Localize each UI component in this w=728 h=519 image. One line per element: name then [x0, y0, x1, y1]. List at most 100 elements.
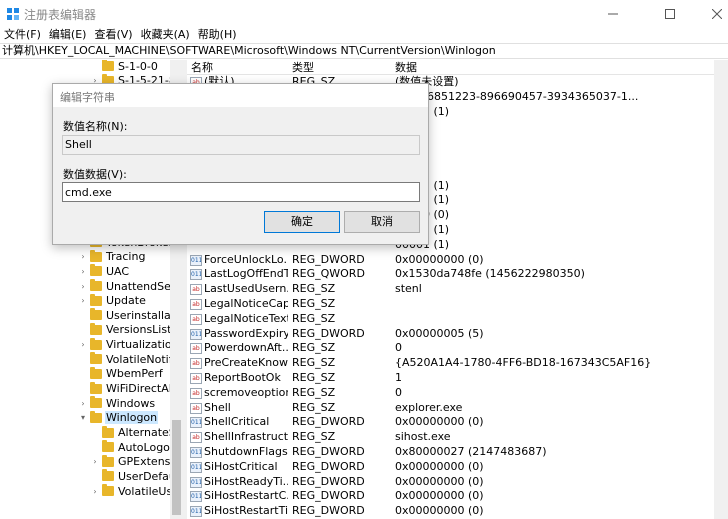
chevron-right-icon[interactable]: ›	[78, 264, 88, 278]
tree-item[interactable]: ▾ Winlogon	[78, 410, 159, 426]
dialog-title: 编辑字符串	[60, 91, 115, 104]
chevron-right-icon[interactable]	[90, 60, 100, 73]
tree-item[interactable]: UserDefau	[90, 469, 177, 484]
binary-value-icon: 011	[190, 328, 202, 340]
column-data-header[interactable]: 数据	[395, 60, 417, 75]
value-row[interactable]: abLegalNoticeCap... REG_SZ	[187, 297, 714, 312]
value-type: REG_QWORD	[292, 267, 365, 281]
binary-value-icon: 011	[190, 491, 202, 503]
tree-item[interactable]: Userinstallab	[78, 308, 179, 323]
value-row[interactable]: ab PowerdownAft... REG_SZ 0	[187, 341, 714, 356]
value-type: REG_SZ	[292, 385, 336, 399]
chevron-right-icon[interactable]: ›	[78, 338, 88, 352]
value-data: 0x80000027 (2147483687)	[395, 445, 547, 458]
binary-value-icon: 011	[190, 254, 202, 266]
ok-button[interactable]: 确定	[264, 211, 340, 233]
value-row[interactable]: ab ReportBootOk REG_SZ 1	[187, 371, 714, 386]
chevron-right-icon[interactable]: ›	[90, 484, 100, 498]
chevron-right-icon[interactable]: ›	[78, 294, 88, 308]
value-data-input[interactable]	[62, 182, 420, 202]
tree-item[interactable]: WiFiDirectAP	[78, 381, 176, 396]
column-name-header[interactable]: 名称	[191, 60, 213, 75]
value-name: PasswordExpiry...	[204, 326, 288, 340]
menu-help[interactable]: 帮助(H)	[194, 27, 241, 43]
maximize-button[interactable]	[647, 0, 693, 27]
value-row[interactable]: abShellInfrastruct... REG_SZ sihost.exe	[187, 430, 714, 445]
value-row[interactable]: 011 ShellCritical REG_DWORD 0x00000000 (0)	[187, 415, 714, 430]
tree-scrollbar-thumb[interactable]	[172, 420, 181, 515]
cancel-button[interactable]: 取消	[344, 211, 420, 233]
value-row[interactable]: 011 ForceUnlockLo... REG_DWORD 0x00000000 (…	[187, 253, 714, 268]
chevron-right-icon[interactable]	[78, 382, 88, 396]
list-scrollbar[interactable]	[714, 60, 728, 519]
tree-item[interactable]: AutoLogo	[90, 440, 171, 455]
tree-item[interactable]: VolatileNotifi	[78, 352, 177, 367]
chevron-down-icon[interactable]: ▾	[78, 411, 88, 425]
tree-item[interactable]: AlternateS	[90, 425, 177, 440]
chevron-right-icon[interactable]	[90, 469, 100, 483]
value-row[interactable]: abPreCreateKnow... REG_SZ {A520A1A4-1780-4…	[187, 356, 714, 371]
value-name: ReportBootOk	[204, 371, 281, 384]
chevron-right-icon[interactable]: ›	[78, 250, 88, 264]
tree-item[interactable]: › UnattendSet	[78, 279, 176, 294]
chevron-right-icon[interactable]	[90, 426, 100, 440]
value-data: 0x00000005 (5)	[395, 326, 484, 340]
value-data: 00001 (1)	[395, 237, 450, 251]
address-path[interactable]: 计算机\HKEY_LOCAL_MACHINE\SOFTWARE\Microsof…	[2, 44, 496, 58]
close-button[interactable]	[694, 0, 728, 27]
minimize-button[interactable]	[590, 0, 636, 27]
menu-edit[interactable]: 编辑(E)	[45, 27, 91, 43]
binary-value-icon: 011	[190, 269, 202, 281]
menu-view[interactable]: 查看(V)	[90, 27, 136, 43]
value-name: ForceUnlockLo...	[204, 252, 288, 266]
column-type-header[interactable]: 类型	[292, 60, 314, 75]
value-row[interactable]: ab scremoveoption REG_SZ 0	[187, 386, 714, 401]
value-type: REG_DWORD	[292, 489, 365, 503]
value-type: REG_SZ	[292, 371, 336, 384]
chevron-right-icon[interactable]: ›	[78, 396, 88, 410]
dialog-title-bar: 编辑字符串	[53, 84, 428, 107]
chevron-right-icon[interactable]	[78, 352, 88, 366]
value-row[interactable]: 011 SiHostCritical REG_DWORD 0x00000000 (0)	[187, 460, 714, 475]
value-row[interactable]: ab LastUsedUsern... REG_SZ stenl	[187, 282, 714, 297]
tree-item[interactable]: WbemPerf	[78, 366, 164, 382]
tree-item[interactable]: › Update	[78, 293, 147, 308]
chevron-right-icon[interactable]	[90, 440, 100, 454]
folder-icon	[90, 337, 102, 350]
value-type: REG_DWORD	[292, 326, 365, 340]
value-row[interactable]: 011 SiHostReadyTi... REG_DWORD 0x00000000 (…	[187, 475, 714, 490]
tree-item[interactable]: › UAC	[78, 264, 130, 279]
tree-item-label: WiFiDirectAP	[106, 382, 176, 396]
menu-file[interactable]: 文件(F)	[0, 27, 45, 43]
value-row[interactable]: ab Shell REG_SZ explorer.exe	[187, 401, 714, 416]
chevron-right-icon[interactable]: ›	[78, 279, 88, 293]
chevron-right-icon[interactable]: ›	[90, 455, 100, 469]
tree-item-label: WbemPerf	[106, 367, 163, 381]
value-row[interactable]: 011 SiHostRestartC... REG_DWORD 0x00000000 …	[187, 489, 714, 504]
tree-item-label: Windows	[106, 396, 156, 410]
value-name: ShutdownFlags	[204, 445, 288, 458]
menu-favorites[interactable]: 收藏夹(A)	[137, 27, 194, 43]
string-value-icon: ab	[190, 313, 202, 325]
registry-editor-icon	[7, 8, 19, 20]
value-row[interactable]: 011PasswordExpiry... REG_DWORD 0x00000005 …	[187, 327, 714, 342]
tree-item[interactable]: › Tracing	[78, 249, 146, 264]
tree-item[interactable]: VersionsList	[78, 322, 172, 338]
tree-item[interactable]: › Windows	[78, 396, 156, 411]
value-data: 0x00000000 (0)	[395, 474, 484, 488]
chevron-right-icon[interactable]	[78, 323, 88, 337]
chevron-right-icon[interactable]	[78, 308, 88, 322]
value-row[interactable]: 011 ShutdownFlags REG_DWORD 0x80000027 (214…	[187, 445, 714, 460]
tree-item[interactable]: S-1-0-0	[90, 60, 159, 74]
value-data: 00001 (1)	[395, 178, 450, 192]
chevron-right-icon[interactable]	[78, 367, 88, 381]
value-row[interactable]: ab LegalNoticeText REG_SZ	[187, 312, 714, 327]
maximize-icon	[665, 8, 675, 19]
address-bar[interactable]: 计算机\HKEY_LOCAL_MACHINE\SOFTWARE\Microsof…	[0, 43, 728, 59]
value-row[interactable]: 011LastLogOffEndT... REG_QWORD 0x1530da748…	[187, 267, 714, 282]
tree-item[interactable]: › Virtualization	[78, 337, 180, 352]
tree-item[interactable]: › VolatileUs	[90, 484, 173, 499]
minimize-icon	[608, 13, 618, 14]
value-row[interactable]: 011SiHostRestartTi... REG_DWORD 0x00000000…	[187, 504, 714, 519]
tree-item[interactable]: › GPExtensi	[90, 454, 174, 470]
